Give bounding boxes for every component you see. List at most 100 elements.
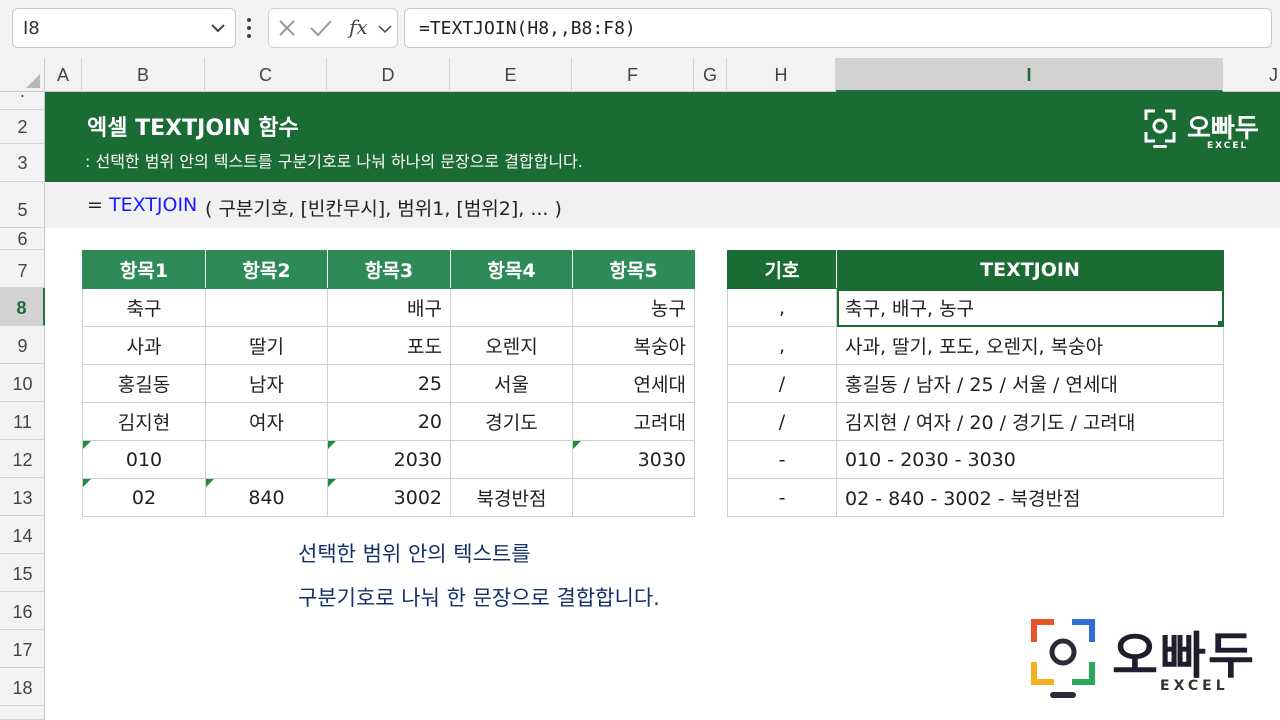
textjoin-result-table: 기호 TEXTJOIN , 축구, 배구, 농구 , 사과, 딸기, 포도, 오… (727, 250, 1224, 517)
syntax-function-name: TEXTJOIN (109, 194, 198, 216)
column-header-d[interactable]: D (327, 58, 450, 92)
cell-d8[interactable]: 배구 (327, 288, 451, 327)
cancel-icon[interactable] (277, 18, 297, 38)
header-cell[interactable]: 항목4 (450, 250, 573, 289)
row-header-18[interactable]: 18 (0, 668, 45, 706)
insert-function-icon[interactable]: fx (349, 15, 368, 39)
row-header-8[interactable]: 8 (0, 288, 45, 326)
column-header-i[interactable]: I (836, 58, 1223, 92)
row-header-12[interactable]: 12 (0, 440, 45, 478)
column-header-g[interactable]: G (694, 58, 727, 92)
cell-b12[interactable]: 010 (82, 440, 206, 479)
cell-i9[interactable]: 사과, 딸기, 포도, 오렌지, 복숭아 (836, 326, 1224, 365)
cell-h13[interactable]: - (727, 478, 837, 517)
cell-b9[interactable]: 사과 (82, 326, 206, 365)
row-header-19[interactable] (0, 706, 45, 720)
table-row: 010 2030 3030 (82, 440, 695, 479)
cell-f12[interactable]: 3030 (572, 440, 695, 479)
row-header-5[interactable]: 5 (0, 182, 45, 228)
formula-bar-area: I8 fx =TEXTJOIN(H8,,B8:F8) (0, 0, 1280, 58)
cell-i11[interactable]: 김지현 / 여자 / 20 / 경기도 / 고려대 (836, 402, 1224, 441)
cell-h12[interactable]: - (727, 440, 837, 479)
row-header-16[interactable]: 16 (0, 592, 45, 630)
cell-b8[interactable]: 축구 (82, 288, 206, 327)
column-header-h[interactable]: H (727, 58, 836, 92)
cell-f8[interactable]: 농구 (572, 288, 695, 327)
cell-h10[interactable]: / (727, 364, 837, 403)
page-subtitle: : 선택한 범위 안의 텍스트를 구분기호로 나눠 하나의 문장으로 결합합니다… (85, 152, 583, 171)
cell-e13[interactable]: 북경반점 (450, 478, 573, 517)
cell-h11[interactable]: / (727, 402, 837, 441)
table-header-row: 기호 TEXTJOIN (727, 250, 1224, 289)
cell-c10[interactable]: 남자 (205, 364, 328, 403)
caption-line-1: 선택한 범위 안의 텍스트를 (298, 542, 531, 566)
cell-f13[interactable] (572, 478, 695, 517)
cell-e12[interactable] (450, 440, 573, 479)
cell-d13[interactable]: 3002 (327, 478, 451, 517)
header-cell[interactable]: 항목3 (327, 250, 451, 289)
cell-c8[interactable] (205, 288, 328, 327)
cell-b10[interactable]: 홍길동 (82, 364, 206, 403)
chevron-down-icon[interactable] (209, 19, 227, 37)
chevron-down-icon[interactable] (377, 21, 393, 37)
cell-d11[interactable]: 20 (327, 402, 451, 441)
cell-e9[interactable]: 오렌지 (450, 326, 573, 365)
more-options-icon[interactable] (246, 15, 252, 41)
column-header-f[interactable]: F (572, 58, 694, 92)
formula-input[interactable]: =TEXTJOIN(H8,,B8:F8) (404, 8, 1272, 48)
brand-logo-sub: EXCEL (1160, 678, 1229, 694)
cell-c9[interactable]: 딸기 (205, 326, 328, 365)
cell-f9[interactable]: 복숭아 (572, 326, 695, 365)
cell-f10[interactable]: 연세대 (572, 364, 695, 403)
cell-c12[interactable] (205, 440, 328, 479)
cell-i8[interactable]: 축구, 배구, 농구 (836, 288, 1224, 327)
enter-check-icon[interactable] (309, 18, 333, 38)
brand-logo-icon (1031, 619, 1095, 698)
row-header-14[interactable]: 14 (0, 516, 45, 554)
column-header-c[interactable]: C (205, 58, 327, 92)
cell-h9[interactable]: , (727, 326, 837, 365)
row-header-6[interactable]: 6 (0, 228, 45, 250)
cell-i12[interactable]: 010 - 2030 - 3030 (836, 440, 1224, 479)
cell-h8[interactable]: , (727, 288, 837, 327)
row-headers: · 2 3 5 6 7 8 9 10 11 12 13 14 15 16 17 … (0, 86, 45, 720)
cell-i10[interactable]: 홍길동 / 남자 / 25 / 서울 / 연세대 (836, 364, 1224, 403)
cell-d10[interactable]: 25 (327, 364, 451, 403)
table-row: , 사과, 딸기, 포도, 오렌지, 복숭아 (727, 326, 1224, 365)
row-header-10[interactable]: 10 (0, 364, 45, 402)
page-title: 엑셀 TEXTJOIN 함수 (87, 116, 299, 141)
cell-e8[interactable] (450, 288, 573, 327)
row-header-13[interactable]: 13 (0, 478, 45, 516)
row-header-1[interactable]: · (0, 86, 45, 110)
cell-d9[interactable]: 포도 (327, 326, 451, 365)
row-header-7[interactable]: 7 (0, 250, 45, 288)
cell-c13[interactable]: 840 (205, 478, 328, 517)
cell-e10[interactable]: 서울 (450, 364, 573, 403)
cell-b11[interactable]: 김지현 (82, 402, 206, 441)
header-cell[interactable]: 항목1 (82, 250, 206, 289)
cell-d12[interactable]: 2030 (327, 440, 451, 479)
row-header-11[interactable]: 11 (0, 402, 45, 440)
cell-b13[interactable]: 02 (82, 478, 206, 517)
header-cell[interactable]: 항목5 (572, 250, 695, 289)
column-header-e[interactable]: E (450, 58, 572, 92)
column-header-j[interactable]: J (1223, 58, 1280, 92)
syntax-row: = TEXTJOIN ( 구분기호, [빈칸무시], 범위1, [범위2], .… (45, 182, 1280, 228)
cell-e11[interactable]: 경기도 (450, 402, 573, 441)
banner-logo-text: 오빠두 (1187, 114, 1259, 144)
row-header-17[interactable]: 17 (0, 630, 45, 668)
row-header-9[interactable]: 9 (0, 326, 45, 364)
row-header-3[interactable]: 3 (0, 144, 45, 182)
row-header-15[interactable]: 15 (0, 554, 45, 592)
cell-c11[interactable]: 여자 (205, 402, 328, 441)
row-header-2[interactable]: 2 (0, 110, 45, 144)
column-header-b[interactable]: B (82, 58, 205, 92)
header-cell[interactable]: 항목2 (205, 250, 328, 289)
name-box[interactable]: I8 (12, 8, 236, 48)
table-row: / 홍길동 / 남자 / 25 / 서울 / 연세대 (727, 364, 1224, 403)
header-cell[interactable]: TEXTJOIN (836, 250, 1224, 289)
cell-f11[interactable]: 고려대 (572, 402, 695, 441)
header-cell[interactable]: 기호 (727, 250, 837, 289)
column-header-a[interactable]: A (45, 58, 82, 92)
cell-i13[interactable]: 02 - 840 - 3002 - 북경반점 (836, 478, 1224, 517)
